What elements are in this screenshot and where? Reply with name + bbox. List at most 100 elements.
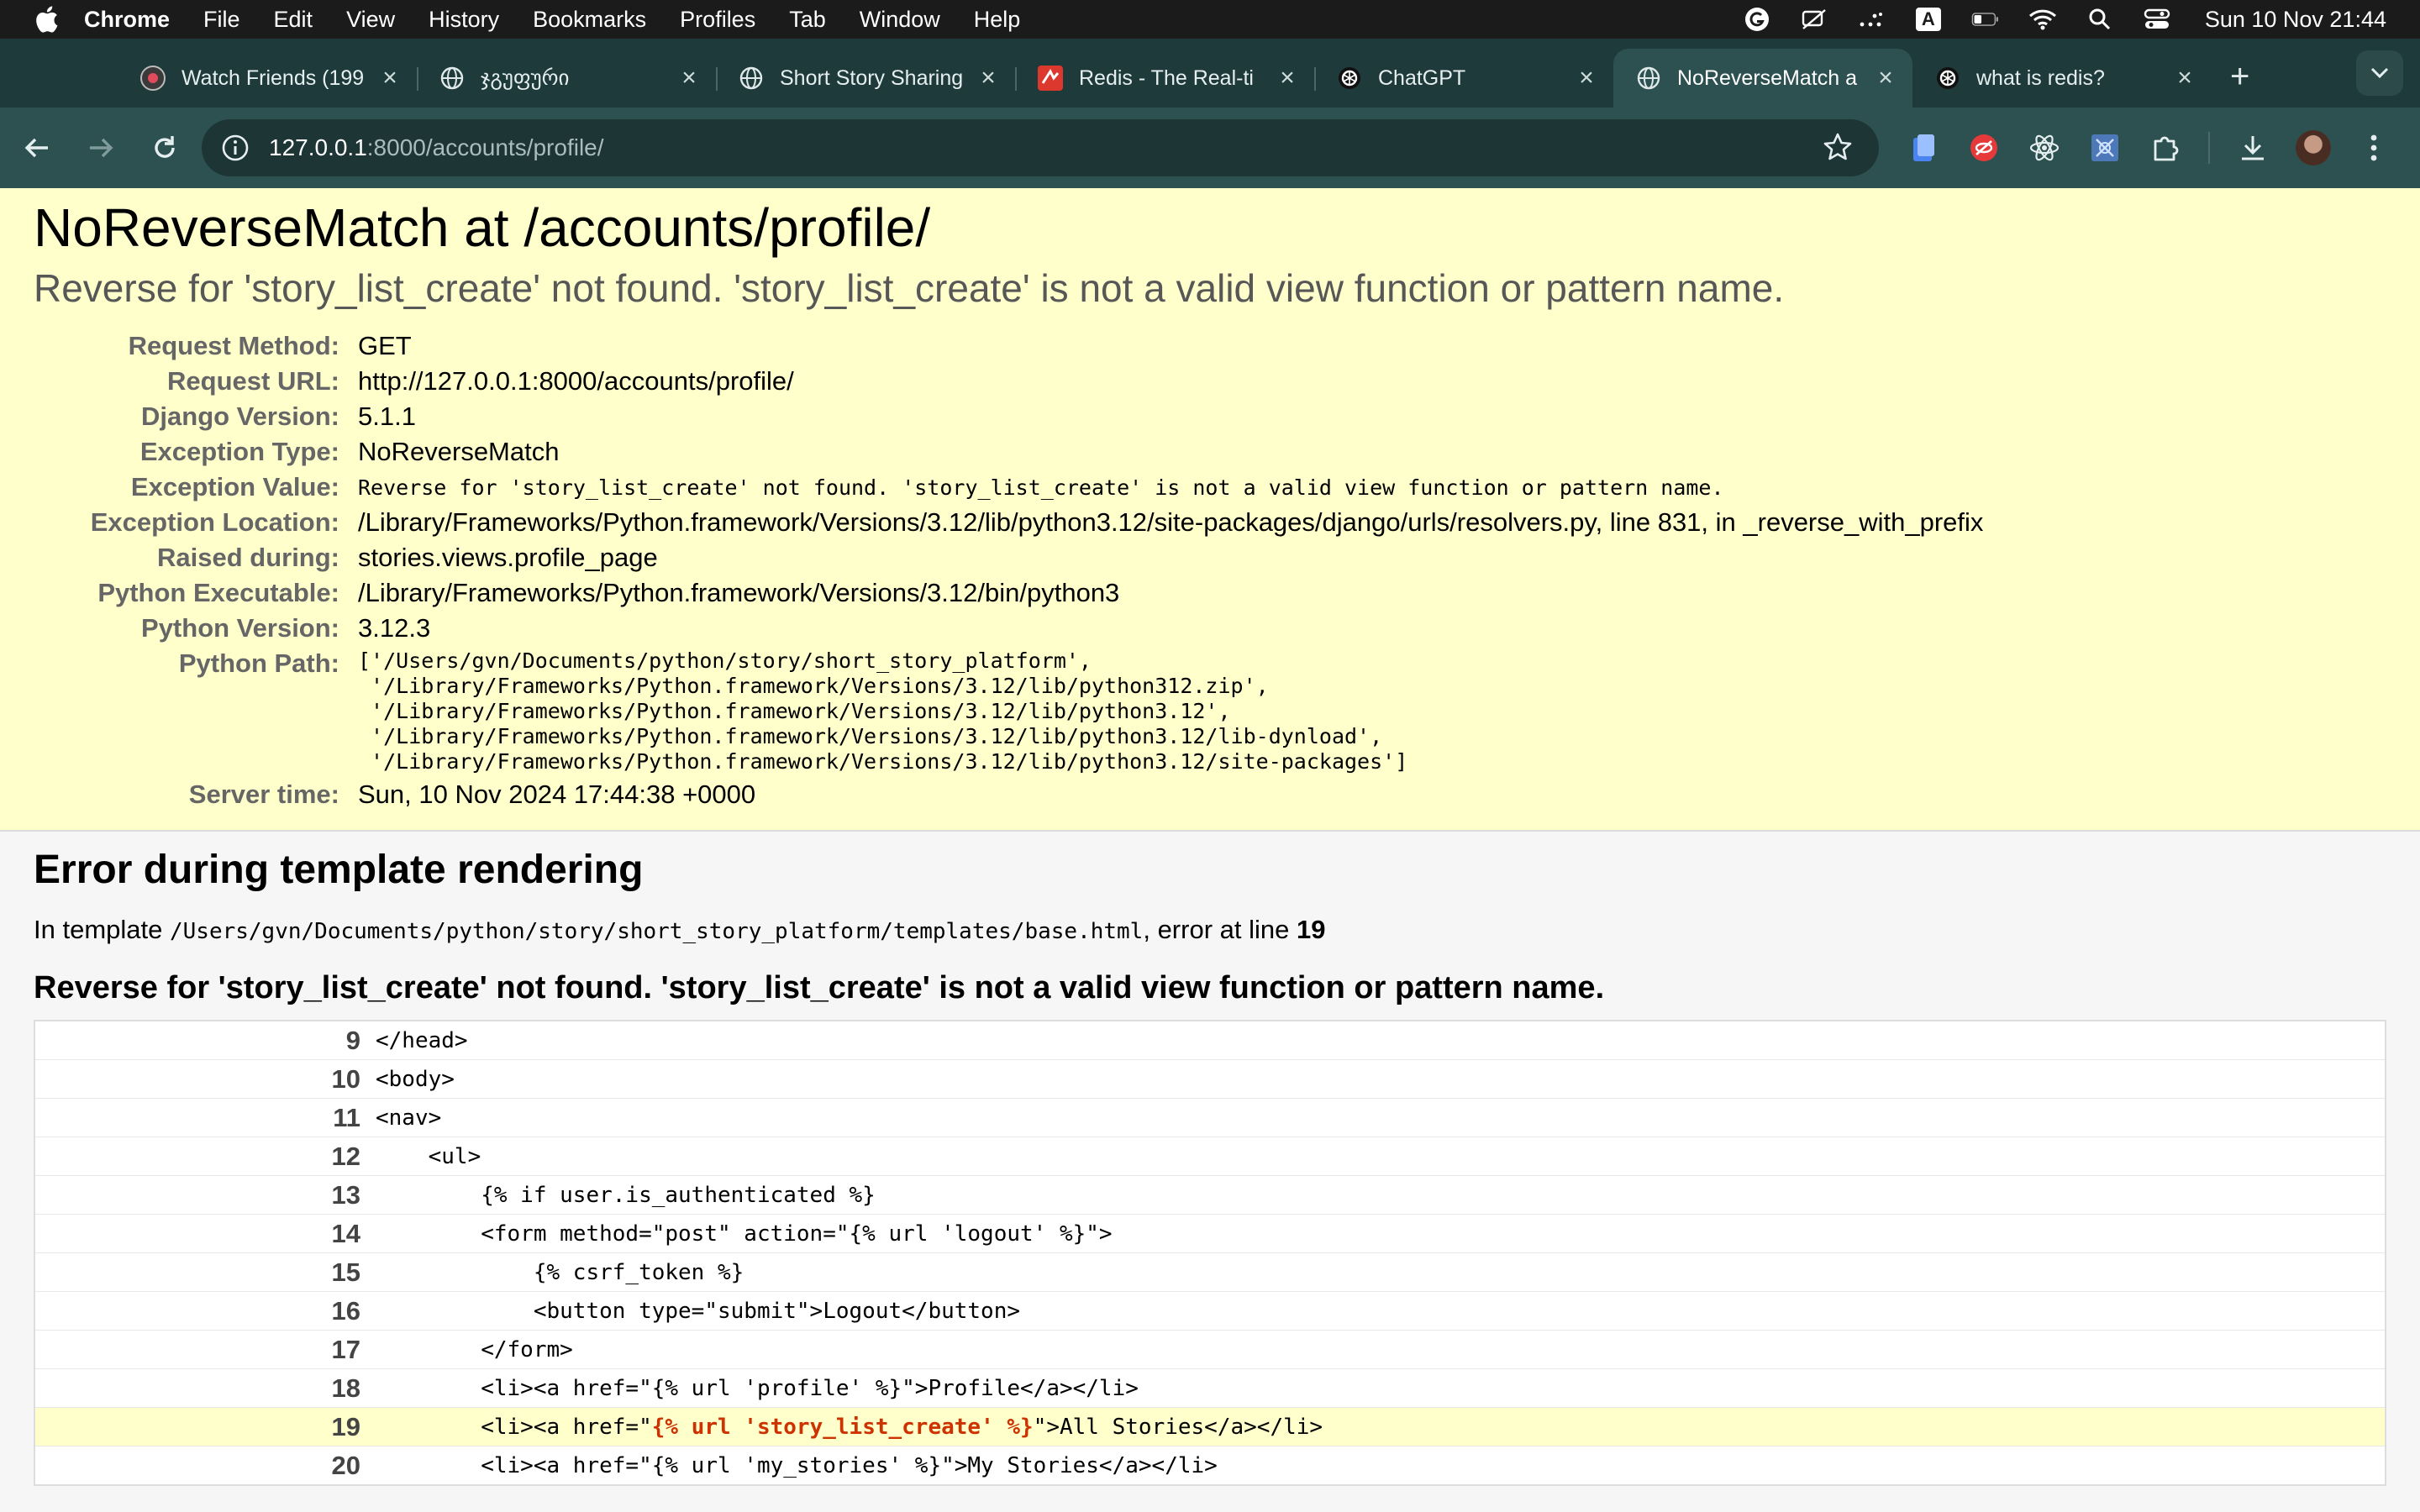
tab-noreversematch[interactable]: NoReverseMatch a × (1613, 49, 1912, 108)
wifi-icon[interactable] (2028, 5, 2057, 34)
menu-bookmarks[interactable]: Bookmarks (533, 7, 646, 33)
meta-row: Server time: Sun, 10 Nov 2024 17:44:38 +0… (34, 778, 1983, 813)
meta-label: Python Executable: (97, 578, 339, 607)
adblock-extension-icon[interactable] (1966, 130, 2002, 165)
line-number: 20 (34, 1446, 376, 1486)
redis-icon (1037, 65, 1064, 92)
meta-row: Exception Location: /Library/Frameworks/P… (34, 506, 1984, 541)
menu-help[interactable]: Help (974, 7, 1021, 33)
tab-close-icon[interactable]: × (378, 64, 402, 92)
tab-close-icon[interactable]: × (1575, 64, 1598, 92)
apple-logo-icon[interactable] (34, 5, 59, 34)
input-source-icon[interactable]: A (1914, 5, 1943, 34)
meta-value: /Library/Frameworks/Python.framework/Ver… (358, 578, 1120, 607)
meta-row: Request Method: GET (34, 329, 1983, 365)
tab-chatgpt[interactable]: ChatGPT × (1314, 49, 1613, 108)
menu-view[interactable]: View (346, 7, 395, 33)
source-line: 15 {% csrf_token %} (34, 1252, 2386, 1292)
tab-close-icon[interactable]: × (976, 64, 1000, 92)
meta-row: Exception Type: NoReverseMatch (34, 435, 1983, 470)
request-meta-table: Request Method: GET Request URL: http://127… (34, 329, 1984, 813)
address-bar[interactable]: 127.0.0.1:8000/accounts/profile/ (202, 119, 1879, 176)
forward-button[interactable] (74, 121, 128, 175)
grammarly-icon[interactable] (1743, 5, 1771, 34)
new-tab-plus-icon[interactable]: + (2230, 58, 2249, 96)
page-content: NoReverseMatch at /accounts/profile/ Rev… (0, 188, 2420, 1512)
tab-redis[interactable]: Redis - The Real-ti × (1015, 49, 1314, 108)
tab-short-story-sharing[interactable]: Short Story Sharing × (716, 49, 1015, 108)
menu-profiles[interactable]: Profiles (680, 7, 755, 33)
meta-value: stories.views.profile_page (358, 543, 658, 572)
tab-title: what is redis? (1976, 66, 2105, 90)
template-error-heading: Error during template rendering (34, 848, 644, 892)
source-line-error: 19 <li><a href="{% url 'story_list_creat… (34, 1407, 2386, 1446)
menu-file[interactable]: File (203, 7, 240, 33)
site-info-icon[interactable] (218, 131, 252, 165)
meta-label: Exception Value: (130, 472, 339, 501)
tab-what-is-redis[interactable]: what is redis? × (1912, 49, 2212, 108)
chatgpt-icon (1336, 65, 1363, 92)
tab-close-icon[interactable]: × (1276, 64, 1299, 92)
dots-menu-icon[interactable] (1857, 5, 1886, 34)
globe-icon (738, 65, 765, 92)
menu-tab[interactable]: Tab (789, 7, 826, 33)
line-number: 11 (34, 1098, 376, 1137)
globe-icon (439, 65, 466, 92)
tab-close-icon[interactable]: × (2173, 64, 2196, 92)
template-error-message: Reverse for 'story_list_create' not foun… (34, 970, 1605, 1005)
profile-avatar[interactable] (2296, 130, 2331, 165)
meta-label: Python Path: (178, 648, 339, 678)
source-code-body: 9 </head> 10 <body> 11 <nav> 12 <ul> 13 {% if u… (34, 1021, 2386, 1486)
spotlight-search-icon[interactable] (2086, 5, 2114, 34)
menu-window[interactable]: Window (860, 7, 940, 33)
line-number: 16 (34, 1291, 376, 1331)
line-code: <nav> (376, 1098, 2386, 1137)
tab-close-icon[interactable]: × (677, 64, 701, 92)
line-code: <form method="post" action="{% url 'logo… (376, 1214, 2386, 1253)
tab-watch-friends[interactable]: Watch Friends (199 × (118, 49, 417, 108)
request-meta-body: Request Method: GET Request URL: http://127… (34, 329, 1984, 813)
tab-close-icon[interactable]: × (1874, 64, 1897, 92)
clipboard-extension-icon[interactable] (1906, 130, 1941, 165)
chrome-menu-icon[interactable] (2356, 130, 2391, 165)
line-code: {% if user.is_authenticated %} (376, 1175, 2386, 1215)
battery-icon[interactable] (1971, 5, 2000, 34)
meta-row: Python Executable: /Library/Frameworks/Py… (34, 576, 1983, 612)
line-code: <li><a href="{% url 'my_stories' %}">My … (376, 1446, 2386, 1486)
code-fragment: <li><a href=" (376, 1414, 652, 1440)
meta-row: Request URL: http://127.0.0.1:8000/accoun… (34, 365, 1983, 400)
error-summary: NoReverseMatch at /accounts/profile/ Rev… (0, 188, 2420, 832)
control-center-icon[interactable] (2143, 5, 2171, 34)
line-number: 18 (34, 1368, 376, 1408)
tab-search-chevron-icon[interactable] (2356, 50, 2403, 96)
source-line: 14 <form method="post" action="{% url 'l… (34, 1214, 2386, 1253)
download-icon[interactable] (2235, 130, 2270, 165)
address-url[interactable]: 127.0.0.1:8000/accounts/profile/ (269, 134, 604, 161)
line-code: <body> (376, 1059, 2386, 1099)
menu-history[interactable]: History (429, 7, 499, 33)
meta-label: Python Version: (141, 613, 339, 643)
menu-app-name[interactable]: Chrome (84, 7, 170, 33)
input-source-label: A (1915, 8, 1941, 31)
line-number: 15 (34, 1252, 376, 1292)
template-error-line: 19 (1296, 915, 1326, 944)
source-line: 13 {% if user.is_authenticated %} (34, 1175, 2386, 1215)
reload-button[interactable] (138, 121, 192, 175)
meta-label: Exception Location: (90, 507, 339, 537)
meta-label: Request Method: (128, 331, 339, 360)
back-button[interactable] (10, 121, 64, 175)
extensions-puzzle-icon[interactable] (2148, 130, 2183, 165)
meta-value: 3.12.3 (358, 613, 431, 643)
stage-manager-icon[interactable] (1800, 5, 1828, 34)
bookmark-star-icon[interactable] (1822, 131, 1854, 167)
source-line: 17 </form> (34, 1330, 2386, 1369)
translate-extension-icon[interactable] (2087, 130, 2123, 165)
back-arrow-icon (24, 138, 48, 158)
menu-edit[interactable]: Edit (274, 7, 313, 33)
line-code: <li><a href="{% url 'profile' %}">Profil… (376, 1368, 2386, 1408)
tab-georgian-group[interactable]: ჯგუფური × (417, 49, 716, 108)
source-line: 12 <ul> (34, 1137, 2386, 1176)
menubar-clock[interactable]: Sun 10 Nov 21:44 (2205, 7, 2386, 33)
react-devtools-icon[interactable] (2027, 130, 2062, 165)
line-code: <ul> (376, 1137, 2386, 1176)
